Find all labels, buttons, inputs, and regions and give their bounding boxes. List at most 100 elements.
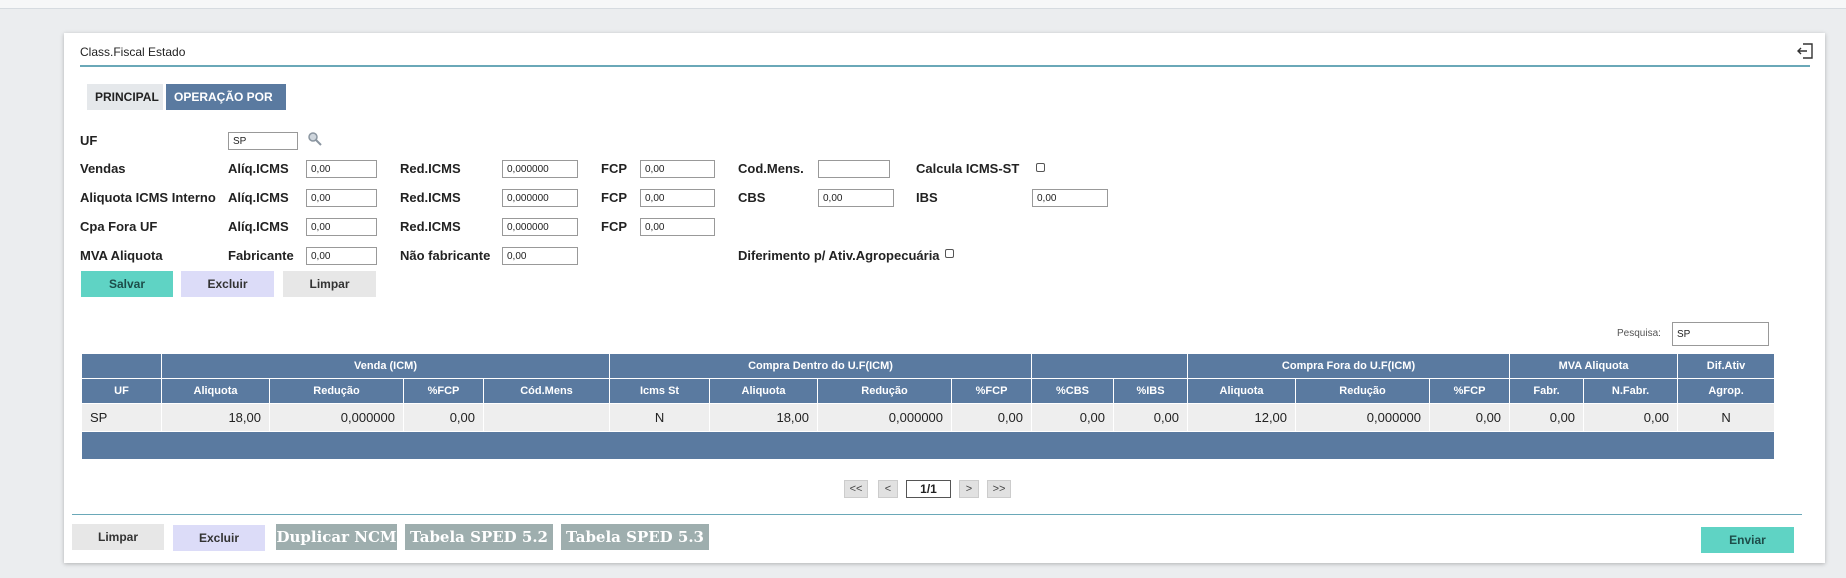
table-cell: 12,00 bbox=[1187, 403, 1297, 432]
column-header[interactable]: %FCP bbox=[951, 378, 1033, 404]
table-cell: 0,00 bbox=[951, 403, 1033, 432]
column-header[interactable]: Redução bbox=[817, 378, 953, 404]
search-label: Pesquisa: bbox=[1617, 328, 1661, 339]
column-header[interactable]: %CBS bbox=[1031, 378, 1115, 404]
first-page-button[interactable]: << bbox=[844, 480, 868, 498]
calcula-icms-st-label: Calcula ICMS-ST bbox=[916, 161, 1020, 176]
panel-title: Class.Fiscal Estado bbox=[80, 45, 186, 59]
ibs-label: IBS bbox=[916, 190, 938, 205]
nao-fabricante-input[interactable] bbox=[502, 247, 578, 265]
browser-top-strip bbox=[0, 0, 1846, 9]
interno-fcp-input[interactable] bbox=[640, 189, 715, 207]
cod-mens-input[interactable] bbox=[818, 160, 890, 178]
uf-label: UF bbox=[80, 133, 98, 148]
cpa-red-label: Red.ICMS bbox=[400, 219, 461, 234]
footer-delete-button[interactable]: Excluir bbox=[173, 525, 265, 551]
mva-label: MVA Aliquota bbox=[80, 248, 163, 263]
duplicate-ncm-button[interactable]: Duplicar NCM bbox=[276, 524, 397, 550]
page-indicator: 1/1 bbox=[906, 480, 951, 498]
interno-fcp-label: FCP bbox=[601, 190, 627, 205]
tab-operacao-por-uf[interactable]: OPERAÇÃO POR UF bbox=[166, 84, 286, 130]
group-header-dif-ativ: Dif.Ativ bbox=[1677, 353, 1776, 379]
column-header[interactable]: UF bbox=[81, 378, 162, 404]
column-header[interactable]: Icms St bbox=[609, 378, 711, 404]
fabricante-input[interactable] bbox=[306, 247, 377, 265]
interno-red-input[interactable] bbox=[502, 189, 578, 207]
table-cell: N bbox=[1677, 403, 1776, 432]
vendas-label: Vendas bbox=[80, 161, 126, 176]
cpa-fcp-input[interactable] bbox=[640, 218, 715, 236]
send-button[interactable]: Enviar bbox=[1701, 527, 1794, 553]
group-header-venda: Venda (ICM) bbox=[160, 353, 611, 379]
column-header[interactable]: Redução bbox=[1295, 378, 1431, 404]
fabricante-label: Fabricante bbox=[228, 248, 294, 263]
footer-clear-button[interactable]: Limpar bbox=[72, 524, 164, 550]
ibs-input[interactable] bbox=[1032, 189, 1108, 207]
prev-page-button[interactable]: < bbox=[878, 480, 898, 498]
sped-52-button[interactable]: Tabela SPED 5.2 bbox=[405, 524, 553, 550]
search-input[interactable] bbox=[1672, 322, 1769, 346]
cbs-label: CBS bbox=[738, 190, 766, 205]
column-header[interactable]: %IBS bbox=[1113, 378, 1189, 404]
last-page-button[interactable]: >> bbox=[987, 480, 1011, 498]
title-divider bbox=[80, 65, 1810, 67]
table-cell: N bbox=[609, 403, 711, 432]
cpa-aliq-input[interactable] bbox=[306, 218, 377, 236]
exit-icon[interactable] bbox=[1795, 41, 1815, 61]
calcula-icms-st-checkbox[interactable] bbox=[1036, 163, 1045, 172]
fiscal-panel: Class.Fiscal Estado PRINCIPAL OPERAÇÃO P… bbox=[64, 33, 1825, 563]
cbs-input[interactable] bbox=[818, 189, 894, 207]
column-header[interactable]: Fabr. bbox=[1509, 378, 1585, 404]
table-row[interactable]: SP 18,00 0,000000 0,00 N 18,00 0,000000 … bbox=[81, 403, 1776, 432]
sped-53-button[interactable]: Tabela SPED 5.3 bbox=[561, 524, 709, 550]
group-header-cbs-ibs bbox=[1031, 353, 1189, 379]
cpa-red-input[interactable] bbox=[502, 218, 578, 236]
search-icon[interactable] bbox=[307, 131, 323, 147]
table-cell: 0,000000 bbox=[817, 403, 953, 432]
column-header[interactable]: Cód.Mens bbox=[482, 378, 611, 404]
cpa-label: Cpa Fora UF bbox=[80, 219, 158, 234]
interno-aliq-label: Alíq.ICMS bbox=[228, 190, 289, 205]
table-footer bbox=[80, 431, 1776, 460]
group-header-mva: MVA Aliquota bbox=[1509, 353, 1679, 379]
vendas-fcp-input[interactable] bbox=[640, 160, 715, 178]
group-header-blank bbox=[81, 353, 162, 379]
vendas-aliq-input[interactable] bbox=[306, 160, 377, 178]
column-header[interactable]: Agrop. bbox=[1677, 378, 1776, 404]
interno-red-label: Red.ICMS bbox=[400, 190, 461, 205]
vendas-red-label: Red.ICMS bbox=[400, 161, 461, 176]
cpa-fcp-label: FCP bbox=[601, 219, 627, 234]
column-header[interactable]: Aliquota bbox=[1187, 378, 1297, 404]
column-header[interactable]: %FCP bbox=[1429, 378, 1511, 404]
table-cell bbox=[482, 403, 611, 432]
save-button[interactable]: Salvar bbox=[81, 271, 173, 297]
diferimento-label: Diferimento p/ Ativ.Agropecuária bbox=[738, 248, 940, 263]
interno-aliq-input[interactable] bbox=[306, 189, 377, 207]
table-cell: 0,000000 bbox=[269, 403, 404, 432]
column-header[interactable]: %FCP bbox=[403, 378, 484, 404]
group-header-compra-dentro: Compra Dentro do U.F(ICM) bbox=[609, 353, 1033, 379]
clear-button[interactable]: Limpar bbox=[283, 271, 376, 297]
vendas-fcp-label: FCP bbox=[601, 161, 627, 176]
uf-input[interactable] bbox=[228, 132, 298, 150]
interno-label: Aliquota ICMS Interno bbox=[80, 190, 216, 205]
cod-mens-label: Cod.Mens. bbox=[738, 161, 804, 176]
table-cell: 18,00 bbox=[161, 403, 270, 432]
column-header[interactable]: Aliquota bbox=[161, 378, 270, 404]
vendas-red-input[interactable] bbox=[502, 160, 578, 178]
column-header[interactable]: Redução bbox=[269, 378, 404, 404]
diferimento-checkbox[interactable] bbox=[945, 249, 954, 258]
table-cell: 0,00 bbox=[1031, 403, 1115, 432]
cpa-aliq-label: Alíq.ICMS bbox=[228, 219, 289, 234]
column-header[interactable]: Aliquota bbox=[709, 378, 819, 404]
table-cell: SP bbox=[81, 403, 162, 432]
column-header[interactable]: N.Fabr. bbox=[1583, 378, 1679, 404]
table-cell: 0,000000 bbox=[1295, 403, 1431, 432]
next-page-button[interactable]: > bbox=[959, 480, 979, 498]
table-cell: 0,00 bbox=[1583, 403, 1679, 432]
tab-principal[interactable]: PRINCIPAL bbox=[87, 84, 163, 110]
vendas-aliq-label: Alíq.ICMS bbox=[228, 161, 289, 176]
table-cell: 0,00 bbox=[1509, 403, 1585, 432]
table-cell: 0,00 bbox=[1429, 403, 1511, 432]
delete-button[interactable]: Excluir bbox=[181, 271, 274, 297]
